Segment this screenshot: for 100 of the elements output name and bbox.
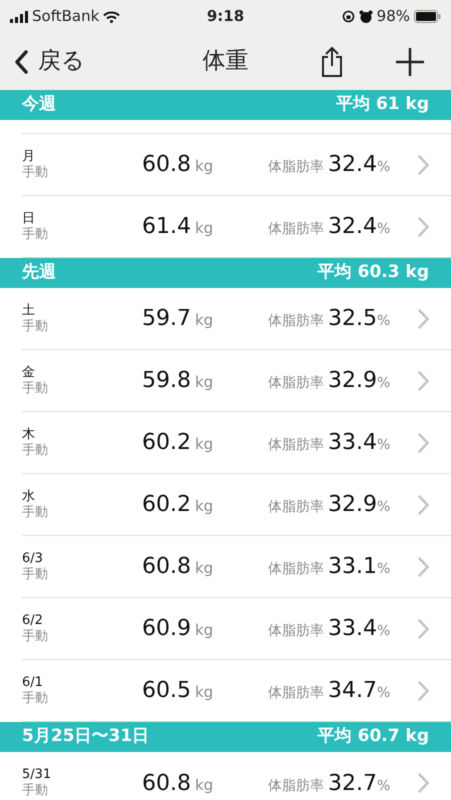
source-label: 手動 xyxy=(22,226,49,242)
record-row[interactable]: 木 手動 60.2 kg 体脂肪率 33.4% xyxy=(22,412,451,474)
screen-title: 体重 xyxy=(202,47,248,76)
weight-unit: kg xyxy=(194,310,214,331)
add-icon[interactable] xyxy=(395,46,425,76)
record-row[interactable]: 土 手動 59.7 kg 体脂肪率 32.5% xyxy=(22,288,451,350)
fat-label: 体脂肪率 xyxy=(268,158,324,177)
source-label: 手動 xyxy=(22,690,49,706)
section-title: 5月25日〜31日 xyxy=(22,725,150,748)
weight-unit: kg xyxy=(194,372,214,393)
day-label: 水 xyxy=(22,488,36,504)
fat-value: 32.7 xyxy=(328,770,377,798)
source-label: 手動 xyxy=(22,380,49,396)
status-time: 9:18 xyxy=(206,6,244,28)
chevron-icon xyxy=(418,432,429,452)
carrier-name: SoftBank xyxy=(32,6,100,28)
section-average: 平均 60.3 kg xyxy=(318,261,429,284)
fat-label: 体脂肪率 xyxy=(268,374,324,393)
section-title: 先週 xyxy=(22,261,56,284)
day-label: 木 xyxy=(22,426,36,442)
day-label: 土 xyxy=(22,302,36,318)
record-row[interactable]: 6/3 手動 60.8 kg 体脂肪率 33.1% xyxy=(22,536,451,598)
weight-value: 60.8 xyxy=(142,151,191,179)
weight-value: 60.2 xyxy=(142,429,191,457)
day-label: 6/1 xyxy=(22,674,44,690)
weight-unit: kg xyxy=(194,774,214,796)
fat-label: 体脂肪率 xyxy=(268,498,324,517)
day-label: 6/3 xyxy=(22,550,44,566)
chevron-icon xyxy=(418,773,429,793)
fat-value: 33.4 xyxy=(328,429,377,457)
fat-value: 32.4 xyxy=(328,151,377,179)
source-label: 手動 xyxy=(22,628,49,644)
chevron-icon xyxy=(418,618,429,638)
source-label: 手動 xyxy=(22,442,49,458)
fat-value: 33.4 xyxy=(328,615,377,643)
fat-unit: % xyxy=(376,684,390,703)
day-label: 6/2 xyxy=(22,612,44,628)
wifi-icon xyxy=(103,10,120,22)
fat-unit: % xyxy=(376,498,390,517)
chevron-icon xyxy=(418,556,429,576)
weight-unit: kg xyxy=(194,620,214,641)
fat-unit: % xyxy=(376,374,390,393)
fat-unit: % xyxy=(376,776,390,796)
weight-unit: kg xyxy=(194,682,214,703)
day-label: 金 xyxy=(22,364,36,380)
fat-label: 体脂肪率 xyxy=(268,622,324,641)
back-chevron-icon[interactable] xyxy=(14,50,28,74)
source-label: 手動 xyxy=(22,783,49,799)
source-label: 手動 xyxy=(22,566,49,582)
fat-value: 32.9 xyxy=(328,367,377,395)
source-label: 手動 xyxy=(22,504,49,520)
day-label: 5/31 xyxy=(22,767,52,783)
record-row[interactable]: 6/2 手動 60.9 kg 体脂肪率 33.4% xyxy=(22,598,451,660)
fat-label: 体脂肪率 xyxy=(268,776,324,796)
chevron-icon xyxy=(418,308,429,328)
share-icon[interactable] xyxy=(321,46,343,78)
source-label: 手動 xyxy=(22,318,49,334)
weight-value: 60.8 xyxy=(142,553,191,581)
fat-value: 33.1 xyxy=(328,553,377,581)
source-label: 手動 xyxy=(22,164,49,180)
fat-label: 体脂肪率 xyxy=(268,436,324,455)
fat-unit: % xyxy=(376,158,390,177)
record-row[interactable]: 月 手動 60.8 kg 体脂肪率 32.4% xyxy=(22,134,451,196)
back-button[interactable]: 戻る xyxy=(14,44,85,79)
fat-label: 体脂肪率 xyxy=(268,560,324,579)
fat-unit: % xyxy=(376,312,390,331)
weight-value: 61.4 xyxy=(142,213,191,241)
weight-unit: kg xyxy=(194,156,214,177)
chevron-icon xyxy=(418,216,429,236)
fat-unit: % xyxy=(376,622,390,641)
fat-label: 体脂肪率 xyxy=(268,312,324,331)
weight-value: 60.9 xyxy=(142,615,191,643)
chevron-icon xyxy=(418,494,429,514)
fat-unit: % xyxy=(376,560,390,579)
day-label: 月 xyxy=(22,148,36,164)
record-row[interactable]: 5/31 手動 60.8 kg 体脂肪率 32.7% xyxy=(22,752,451,800)
section-average: 平均 60.7 kg xyxy=(318,725,429,748)
weight-unit: kg xyxy=(194,218,214,239)
fat-label: 体脂肪率 xyxy=(268,684,324,703)
fat-value: 34.7 xyxy=(328,677,377,705)
weight-value: 60.5 xyxy=(142,677,191,705)
fat-value: 32.4 xyxy=(328,213,377,241)
fat-value: 32.9 xyxy=(328,491,377,519)
fat-label: 体脂肪率 xyxy=(268,220,324,239)
weight-unit: kg xyxy=(194,496,214,517)
chevron-icon xyxy=(418,680,429,700)
record-row[interactable]: 金 手動 59.8 kg 体脂肪率 32.9% xyxy=(22,350,451,412)
section-title: 今週 xyxy=(22,93,56,116)
record-row[interactable]: 水 手動 60.2 kg 体脂肪率 32.9% xyxy=(22,474,451,536)
day-label: 日 xyxy=(22,210,36,226)
fat-value: 32.5 xyxy=(328,305,377,333)
rotation-lock-icon xyxy=(342,10,355,23)
weight-unit: kg xyxy=(194,558,214,579)
weight-value: 60.8 xyxy=(142,770,191,798)
battery-percent: 98% xyxy=(376,6,410,28)
fat-unit: % xyxy=(376,436,390,455)
chevron-icon xyxy=(418,154,429,174)
weight-value: 59.8 xyxy=(142,367,191,395)
weight-unit: kg xyxy=(194,434,214,455)
weight-value: 59.7 xyxy=(142,305,191,333)
